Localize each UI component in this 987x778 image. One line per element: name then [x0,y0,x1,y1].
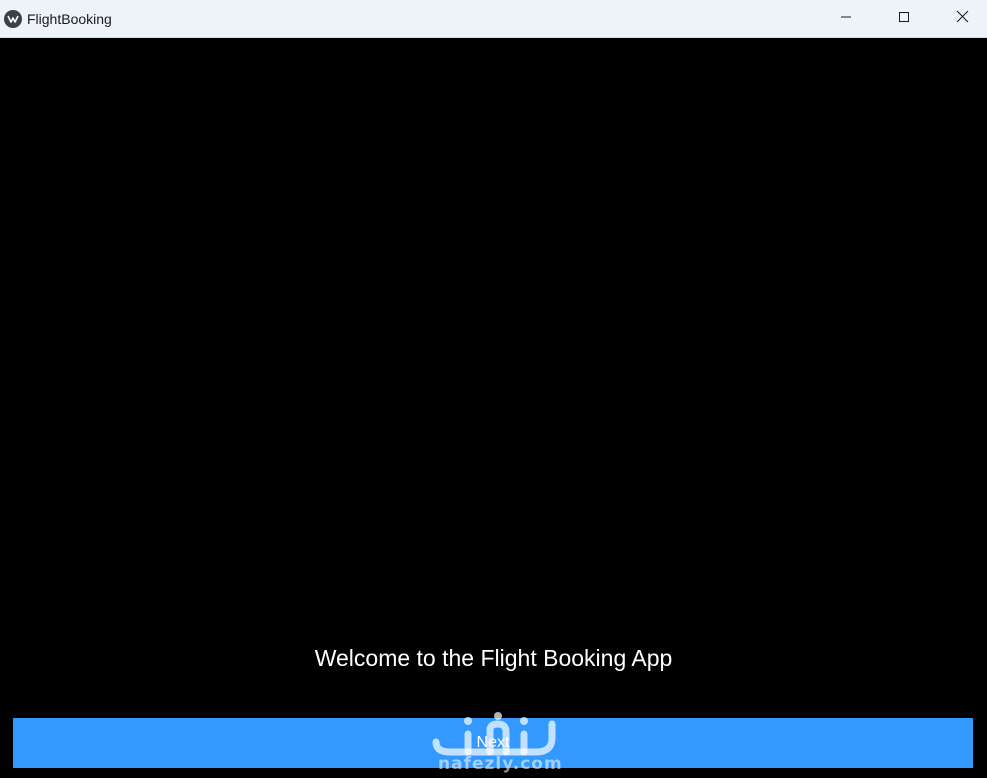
maximize-button[interactable] [875,0,933,37]
main-content: Welcome to the Flight Booking App Next n… [0,38,987,778]
window-title: FlightBooking [27,11,112,27]
close-icon [956,10,969,28]
welcome-label: Welcome to the Flight Booking App [314,645,673,671]
next-button-label: Next [476,734,510,751]
app-window: FlightBooking Welcome to the Flight Book… [0,0,987,778]
maximize-icon [898,10,910,28]
minimize-button[interactable] [817,0,875,37]
minimize-icon [840,10,852,28]
close-button[interactable] [933,0,987,37]
next-button[interactable]: Next [13,718,973,768]
title-bar[interactable]: FlightBooking [0,0,987,38]
kivy-app-icon [4,10,22,28]
